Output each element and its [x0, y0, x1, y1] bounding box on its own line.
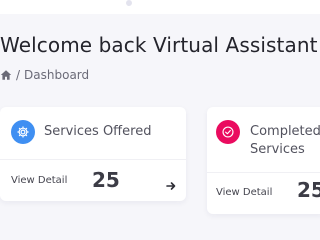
gear-icon	[11, 120, 35, 144]
top-bar	[0, 0, 320, 14]
completed-services-card: Completed Services View Detail 25	[207, 107, 320, 214]
services-offered-card: Services Offered View Detail 25	[0, 107, 186, 201]
breadcrumb: / Dashboard	[0, 66, 89, 84]
card-title: Completed Services	[250, 124, 320, 157]
card-divider	[0, 159, 186, 160]
page-title: Welcome back Virtual Assistant	[0, 33, 318, 57]
breadcrumb-current: Dashboard	[24, 68, 90, 82]
completed-services-count: 25	[297, 178, 320, 202]
home-icon[interactable]	[0, 69, 12, 81]
arrow-right-icon[interactable]	[165, 180, 177, 192]
breadcrumb-separator: /	[16, 68, 21, 82]
services-offered-count: 25	[92, 168, 120, 192]
card-divider	[207, 172, 320, 173]
card-title: Services Offered	[44, 124, 152, 139]
top-bar-indicator	[126, 0, 132, 6]
view-detail-link[interactable]: View Detail	[11, 175, 67, 186]
check-circle-icon	[216, 120, 240, 144]
view-detail-link[interactable]: View Detail	[216, 187, 272, 198]
